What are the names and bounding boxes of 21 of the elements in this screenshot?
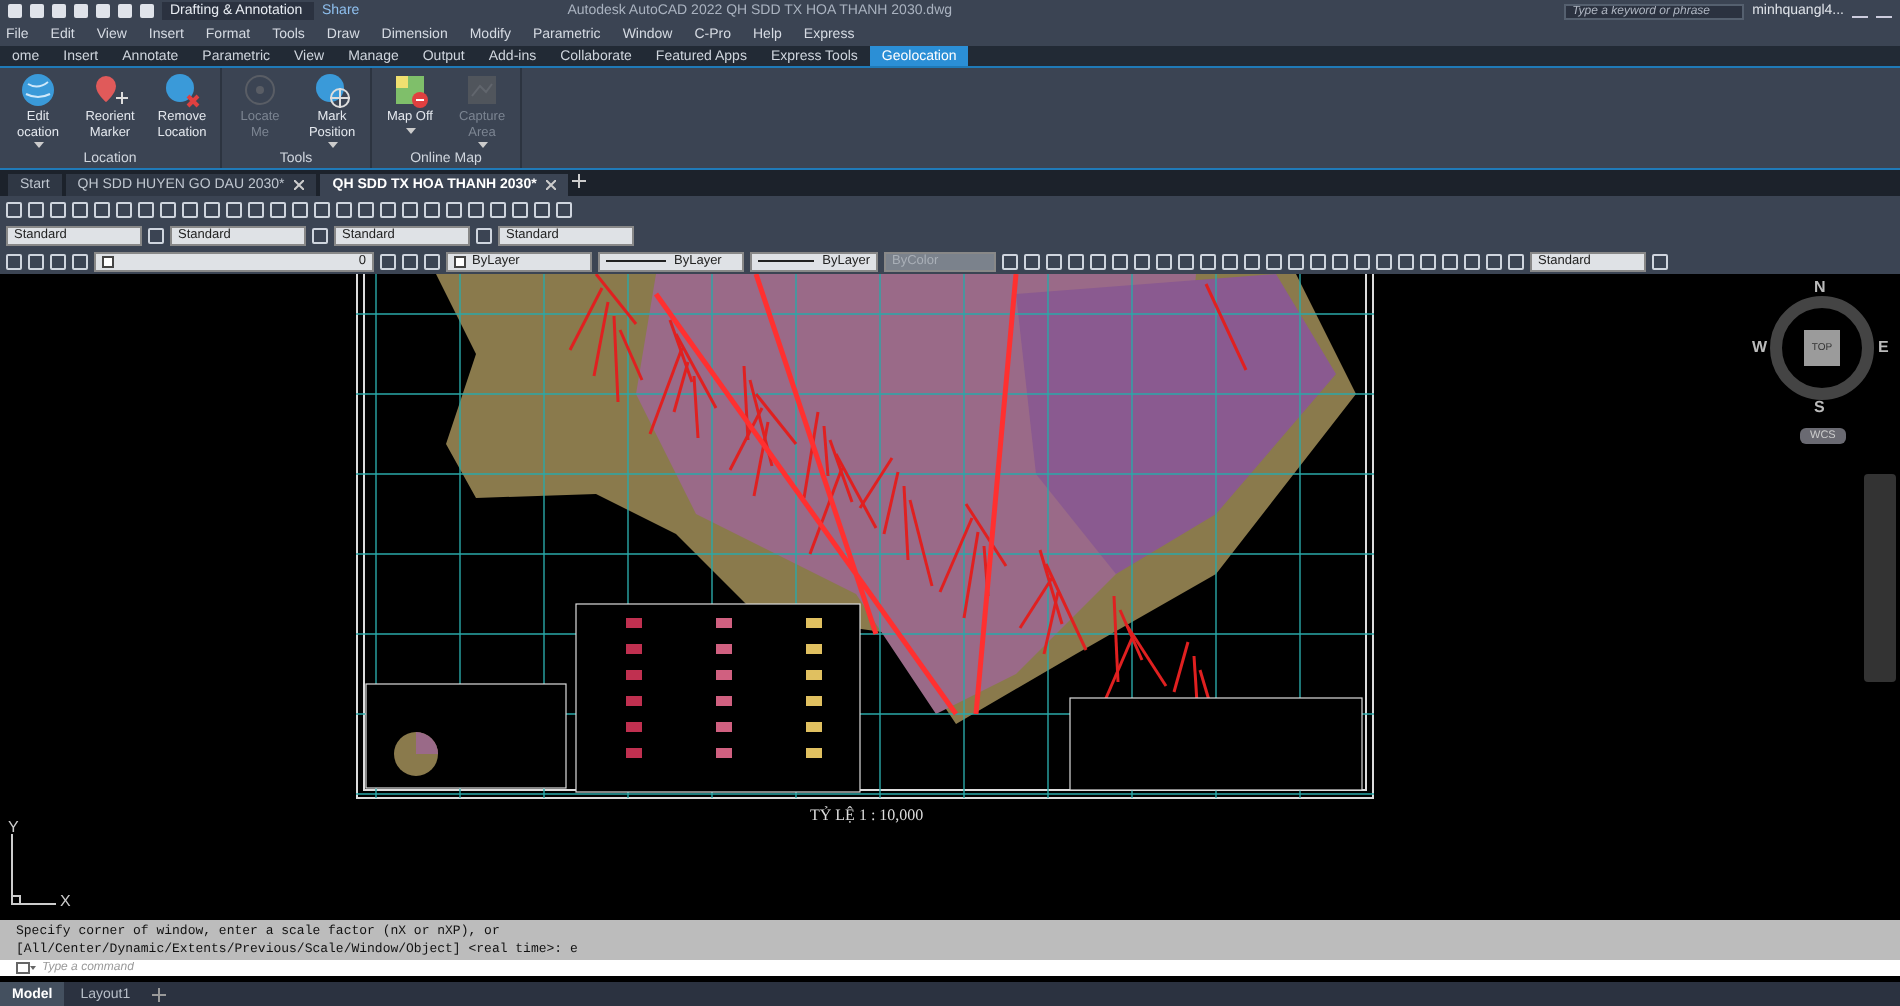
- style-icon[interactable]: [148, 227, 164, 243]
- compass-ring: [1770, 296, 1874, 400]
- compass-letter: E: [1878, 338, 1889, 356]
- compass-letter: W: [1752, 338, 1768, 356]
- compass-letter: N: [1814, 278, 1826, 296]
- tool-icon[interactable]: [1652, 253, 1668, 269]
- globe-remove-icon: [164, 72, 200, 108]
- style-icon[interactable]: [312, 227, 328, 243]
- scale-label: TỶ LỆ 1 : 10,000: [810, 806, 924, 824]
- prompt-icon: [16, 962, 36, 974]
- style-icon[interactable]: [476, 227, 492, 243]
- marker-icon: [92, 72, 128, 108]
- axis-label: X: [60, 892, 71, 910]
- target-icon: [242, 72, 278, 108]
- map-icon: [392, 72, 428, 108]
- add-layout-icon: [152, 988, 167, 1002]
- globe-mark-icon: [314, 72, 350, 108]
- add-tab-icon: [572, 174, 587, 188]
- globe-icon: [20, 72, 56, 108]
- compass-letter: S: [1814, 398, 1825, 416]
- axis-label: Y: [8, 818, 19, 836]
